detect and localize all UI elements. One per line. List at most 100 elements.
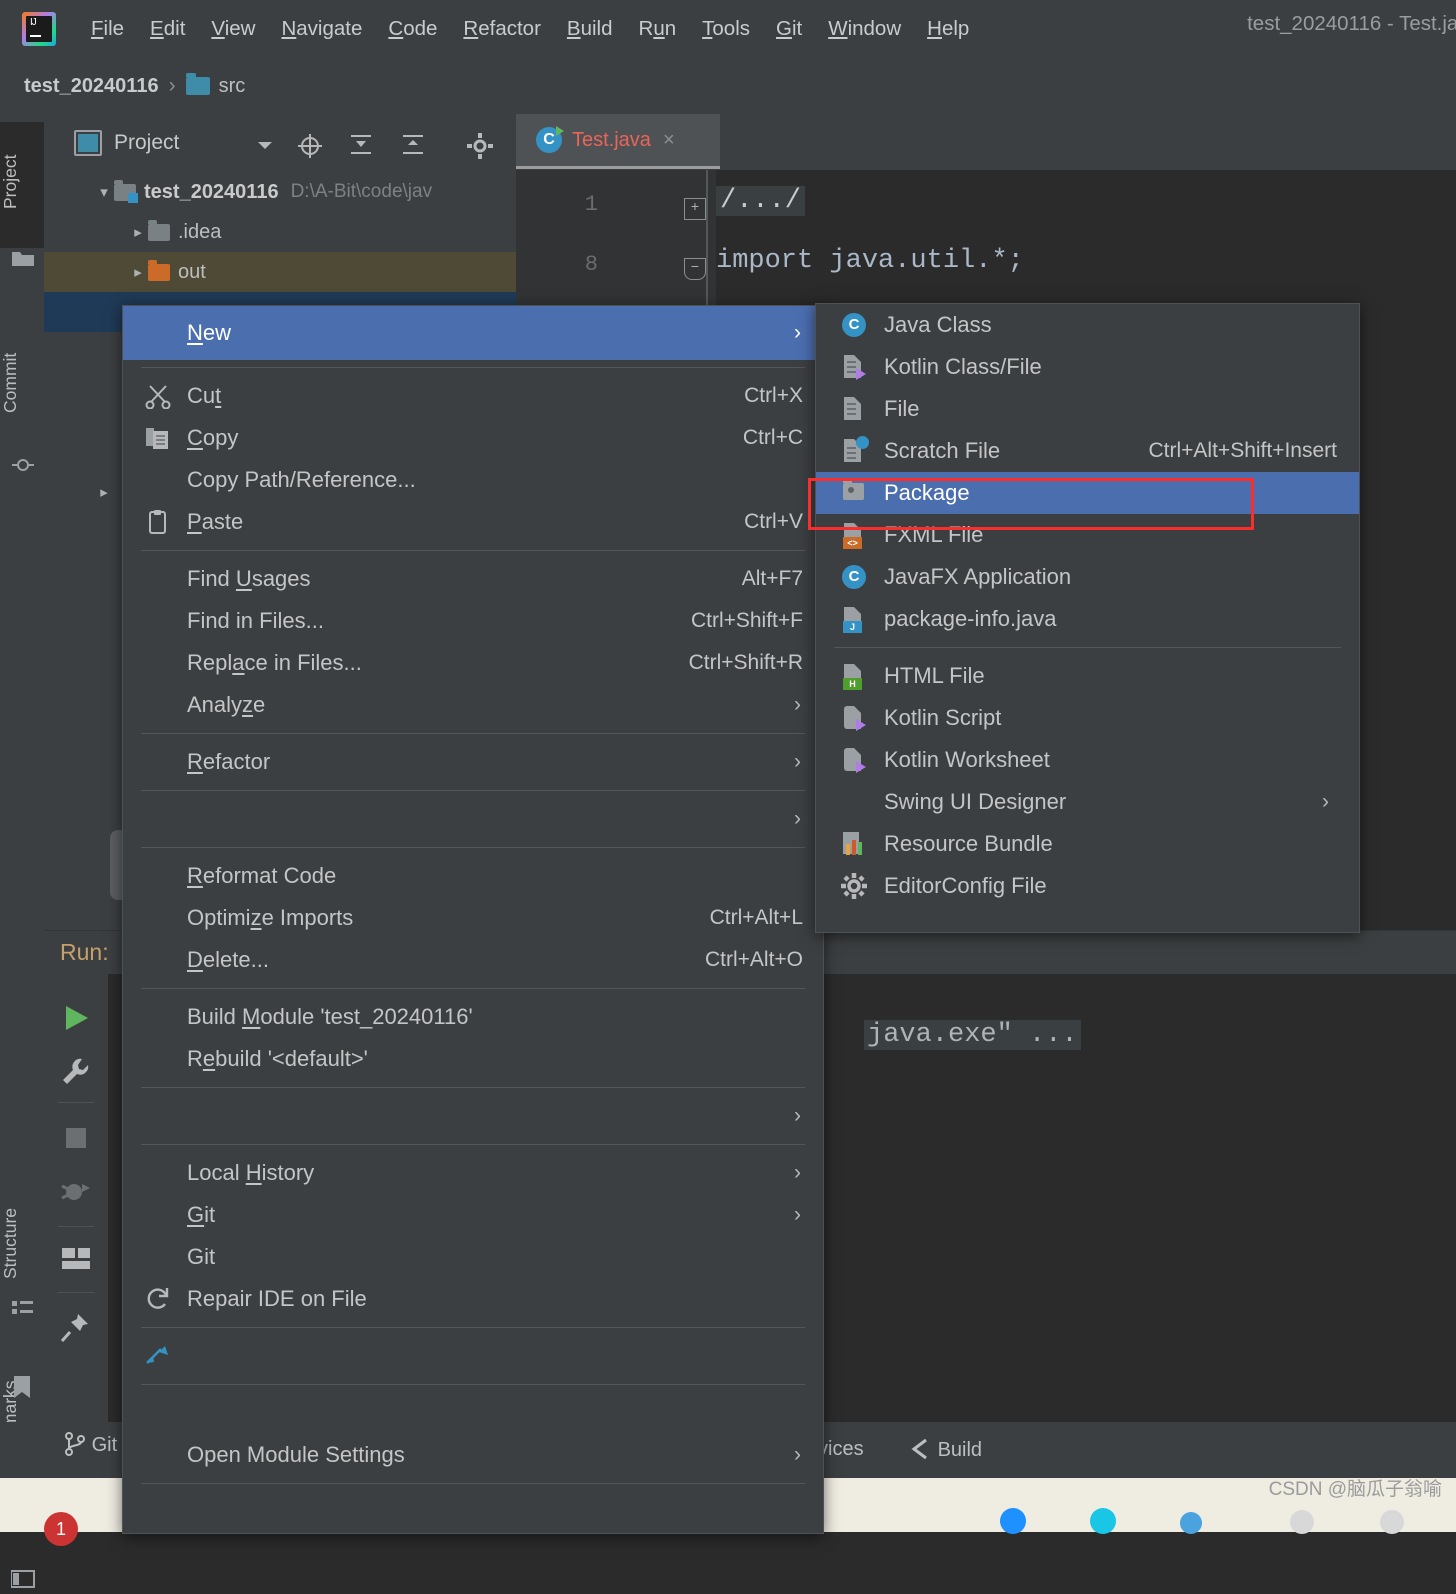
collapse-all-icon[interactable] (400, 132, 426, 158)
submenu-item-editorconfig-file[interactable]: EditorConfig File (816, 865, 1359, 907)
menu-item-bookmarks[interactable]: › (123, 798, 823, 840)
debug-disabled-icon[interactable] (60, 1176, 92, 1208)
layout-split-icon[interactable] (60, 1246, 92, 1278)
menu-item-build-module[interactable]: Build Module 'test_20240116' (123, 996, 823, 1038)
menu-item-find-in-files[interactable]: Find in Files... Ctrl+Shift+F (123, 600, 823, 642)
menu-item-code[interactable]: Code (375, 13, 450, 45)
menu-item-reformat-code[interactable]: Reformat Code (123, 855, 823, 897)
stop-button[interactable] (60, 1122, 92, 1154)
pin-icon[interactable] (60, 1312, 92, 1344)
tree-row-idea[interactable]: ▸ .idea (44, 212, 516, 252)
submenu-item-package[interactable]: Package (816, 472, 1359, 514)
menu-item-paste[interactable]: Paste Ctrl+V (123, 501, 823, 543)
menu-item-help[interactable]: Help (914, 13, 982, 45)
menu-item-edit[interactable]: Edit (137, 13, 198, 45)
menu-item-open-module-settings[interactable] (123, 1392, 823, 1434)
menu-item-navigate[interactable]: Navigate (268, 13, 375, 45)
submenu-item-resource-bundle[interactable]: Resource Bundle (816, 823, 1359, 865)
tree-path-module: D:\A-Bit\code\jav (290, 181, 433, 202)
submenu-item-java-class[interactable]: C Java Class (816, 304, 1359, 346)
menu-item-file[interactable]: File (78, 13, 137, 45)
menu-item-git[interactable]: Git (763, 13, 815, 45)
menu-item-copy[interactable]: Copy Ctrl+C (123, 417, 823, 459)
notification-badge[interactable]: 1 (44, 1512, 78, 1546)
submenu-item-kotlin-class-file[interactable]: Kotlin Class/File (816, 346, 1359, 388)
submenu-item-file[interactable]: File (816, 388, 1359, 430)
taskbar-app-icon[interactable] (1180, 1512, 1202, 1534)
taskbar-app-icon[interactable] (1090, 1508, 1116, 1534)
submenu-item-html-file[interactable]: H HTML File (816, 655, 1359, 697)
menu-item-rebuild[interactable]: Rebuild '<default>' (123, 1038, 823, 1080)
folder-orange-icon (148, 259, 170, 281)
chevron-collapsed-icon[interactable]: ▸ (128, 263, 148, 281)
menu-item-build[interactable]: Build (554, 13, 626, 45)
submenu-item-swing-ui-designer[interactable]: Swing UI Designer › (816, 781, 1359, 823)
editorconfig-icon (840, 872, 868, 900)
reload-icon (145, 1286, 171, 1312)
tree-row-extra[interactable]: ▸ (44, 472, 114, 512)
menu-item-git[interactable]: Git › (123, 1194, 823, 1236)
breadcrumb-folder[interactable]: src (219, 75, 246, 98)
tool-tab-commit[interactable]: Commit (0, 319, 44, 447)
menu-item-compare-with[interactable] (123, 1335, 823, 1377)
tree-row-module[interactable]: ▾ test_20240116 D:\A-Bit\code\jav (44, 172, 516, 212)
menu-item-repair-ide-label: Git (187, 1244, 216, 1269)
menu-item-new[interactable]: New › (123, 306, 823, 360)
menu-item-refactor[interactable]: Refactor (450, 13, 553, 45)
gear-icon[interactable] (466, 132, 493, 159)
menu-item-repair-ide[interactable]: Git (123, 1236, 823, 1278)
menu-item-cut[interactable]: Cut Ctrl+X (123, 375, 823, 417)
status-build-label: Build (937, 1439, 983, 1461)
code-folded-comment[interactable]: /.../ (716, 186, 806, 216)
tree-row-out[interactable]: ▸ out (44, 252, 516, 292)
chevron-collapsed-icon[interactable]: ▸ (128, 223, 148, 241)
menu-separator (141, 847, 805, 848)
wrench-settings-icon[interactable] (60, 1056, 92, 1088)
status-build-tab[interactable]: Build (908, 1438, 982, 1462)
menu-item-mark-directory-as[interactable]: Open Module Settings › (123, 1434, 823, 1476)
expand-all-icon[interactable] (348, 132, 374, 158)
menu-item-tools[interactable]: Tools (689, 13, 763, 45)
menu-item-window[interactable]: Window (815, 13, 914, 45)
project-folder-icon (12, 249, 34, 269)
submenu-item-kotlin-script[interactable]: Kotlin Script (816, 697, 1359, 739)
taskbar-app-icon[interactable] (1380, 1510, 1404, 1534)
menu-item-analyze[interactable]: Analyze › (123, 684, 823, 726)
taskbar-app-icon[interactable] (1000, 1508, 1026, 1534)
tool-tab-project[interactable]: Project (0, 122, 44, 248)
layout-icon[interactable] (10, 1569, 35, 1589)
fold-collapse-icon[interactable]: − (684, 258, 706, 280)
fold-expand-icon[interactable]: + (684, 198, 706, 220)
intellij-logo-icon: IJ (22, 12, 56, 46)
menu-item-optimize-imports[interactable]: Optimize Imports Ctrl+Alt+L (123, 897, 823, 939)
menu-item-view[interactable]: View (198, 13, 268, 45)
tool-tab-structure[interactable]: Structure (0, 1174, 44, 1314)
submenu-item-scratch-file[interactable]: Scratch File Ctrl+Alt+Shift+Insert (816, 430, 1359, 472)
menu-item-copy-path[interactable]: Copy Path/Reference... (123, 459, 823, 501)
menu-item-run[interactable]: Run (626, 13, 690, 45)
menu-item-replace-in-files[interactable]: Replace in Files... Ctrl+Shift+R (123, 642, 823, 684)
submenu-item-kotlin-worksheet[interactable]: Kotlin Worksheet (816, 739, 1359, 781)
run-button[interactable] (60, 1002, 92, 1034)
chevron-down-icon[interactable] (252, 132, 278, 158)
menu-item-refactor[interactable]: Refactor › (123, 741, 823, 783)
menu-item-reload-from-disk[interactable]: Repair IDE on File (123, 1278, 823, 1320)
chevron-collapsed-icon[interactable]: ▸ (94, 483, 114, 501)
status-services-label[interactable]: vices (818, 1438, 864, 1461)
git-branch-icon[interactable]: Git (64, 1432, 117, 1457)
submenu-item-package-info-java[interactable]: J package-info.java (816, 598, 1359, 640)
taskbar-app-icon[interactable] (1290, 1510, 1314, 1534)
menu-item-delete[interactable]: Delete... Ctrl+Alt+O (123, 939, 823, 981)
locate-target-icon[interactable] (296, 132, 322, 158)
menu-item-optimize-imports-label: Optimize Imports (187, 905, 354, 930)
breadcrumb-project[interactable]: test_20240116 (24, 75, 159, 98)
menu-item-local-history[interactable]: Local History › (123, 1152, 823, 1194)
submenu-item-fxml-file[interactable]: <> FXML File (816, 514, 1359, 556)
menu-item-convert-java-to-kotlin[interactable] (123, 1491, 823, 1509)
chevron-expanded-icon[interactable]: ▾ (94, 183, 114, 201)
editor-tab-test-java[interactable]: C Test.java × (516, 114, 720, 169)
close-icon[interactable]: × (663, 129, 675, 152)
submenu-item-javafx-application[interactable]: C JavaFX Application (816, 556, 1359, 598)
menu-item-find-usages[interactable]: Find Usages Alt+F7 (123, 558, 823, 600)
menu-item-open-in[interactable]: › (123, 1095, 823, 1137)
